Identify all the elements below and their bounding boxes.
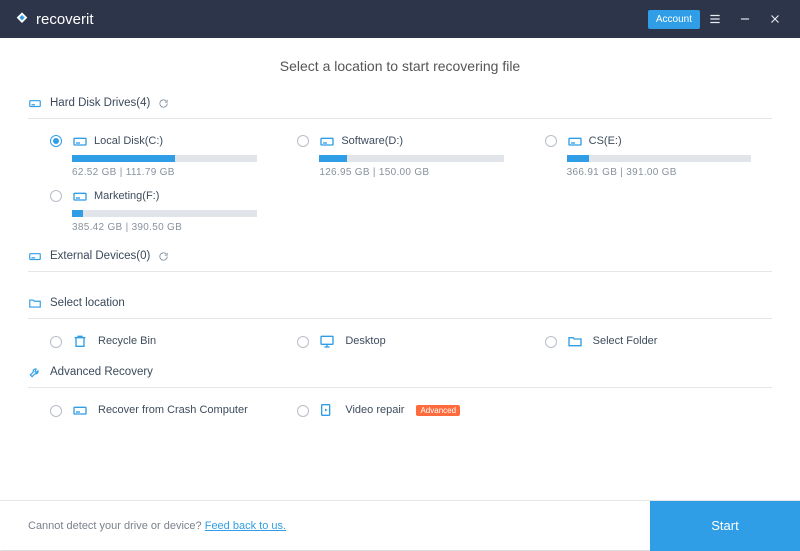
drive-radio[interactable]	[297, 135, 309, 147]
drive-name: Software(D:)	[341, 135, 403, 147]
section-location-label: Select location	[50, 297, 125, 309]
close-icon[interactable]	[760, 4, 790, 34]
location-name: Select Folder	[593, 335, 658, 347]
footer: Cannot detect your drive or device? Feed…	[0, 500, 800, 550]
usage-bar	[567, 155, 752, 162]
drive-radio[interactable]	[545, 135, 557, 147]
refresh-icon[interactable]	[158, 251, 169, 262]
drive-usage: 62.52 GB | 111.79 GB	[72, 167, 277, 178]
drive-icon	[28, 96, 42, 110]
drives-grid: Local Disk(C:) 62.52 GB | 111.79 GB Softwa…	[28, 119, 772, 245]
titlebar: recoverit Account	[0, 0, 800, 38]
location-item[interactable]: Select Folder	[545, 333, 772, 349]
usage-bar	[319, 155, 504, 162]
section-hdd-label: Hard Disk Drives(4)	[50, 97, 150, 109]
app-window: recoverit Account Select a location to s…	[0, 0, 800, 550]
advanced-name: Recover from Crash Computer	[98, 404, 248, 416]
refresh-icon[interactable]	[158, 98, 169, 109]
video-icon	[319, 402, 335, 418]
drive-usage: 366.91 GB | 391.00 GB	[567, 167, 772, 178]
location-radio[interactable]	[50, 336, 62, 348]
location-radio[interactable]	[545, 336, 557, 348]
usage-bar	[72, 155, 257, 162]
page-title: Select a location to start recovering fi…	[28, 58, 772, 74]
drive-name: CS(E:)	[589, 135, 622, 147]
drive-icon	[567, 133, 583, 149]
drive-item[interactable]: Marketing(F:) 385.42 GB | 390.50 GB	[50, 188, 277, 233]
drive-usage: 385.42 GB | 390.50 GB	[72, 222, 277, 233]
minimize-icon[interactable]	[730, 4, 760, 34]
start-button[interactable]: Start	[650, 501, 800, 551]
advanced-badge: Advanced	[416, 405, 460, 416]
external-icon	[28, 249, 42, 263]
usage-bar	[72, 210, 257, 217]
section-external-label: External Devices(0)	[50, 250, 150, 262]
footer-text: Cannot detect your drive or device? Feed…	[28, 520, 286, 532]
drive-icon	[319, 133, 335, 149]
location-name: Desktop	[345, 335, 385, 347]
section-external: External Devices(0)	[28, 245, 772, 272]
drive-icon	[72, 133, 88, 149]
advanced-grid: Recover from Crash Computer Video repair A…	[28, 388, 772, 430]
location-item[interactable]: Recycle Bin	[50, 333, 277, 349]
section-advanced-label: Advanced Recovery	[50, 366, 153, 378]
app-name: recoverit	[36, 11, 94, 28]
section-advanced: Advanced Recovery	[28, 361, 772, 388]
advanced-item[interactable]: Video repair Advanced	[297, 402, 524, 418]
drive-radio[interactable]	[50, 135, 62, 147]
drive-name: Local Disk(C:)	[94, 135, 163, 147]
advanced-radio[interactable]	[50, 405, 62, 417]
drive-item[interactable]: CS(E:) 366.91 GB | 391.00 GB	[545, 133, 772, 178]
drive-icon	[72, 402, 88, 418]
drive-radio[interactable]	[50, 190, 62, 202]
drive-usage: 126.95 GB | 150.00 GB	[319, 167, 524, 178]
feedback-link[interactable]: Feed back to us.	[205, 520, 286, 532]
drive-name: Marketing(F:)	[94, 190, 159, 202]
drive-item[interactable]: Local Disk(C:) 62.52 GB | 111.79 GB	[50, 133, 277, 178]
app-logo: recoverit	[14, 11, 94, 28]
drive-item[interactable]: Software(D:) 126.95 GB | 150.00 GB	[297, 133, 524, 178]
location-name: Recycle Bin	[98, 335, 156, 347]
account-button[interactable]: Account	[648, 10, 700, 29]
advanced-radio[interactable]	[297, 405, 309, 417]
content-area: Select a location to start recovering fi…	[0, 38, 800, 500]
section-hdd: Hard Disk Drives(4)	[28, 92, 772, 119]
folder-icon	[567, 333, 583, 349]
section-location: Select location	[28, 292, 772, 319]
advanced-item[interactable]: Recover from Crash Computer	[50, 402, 277, 418]
locations-grid: Recycle Bin Desktop Select Folder	[28, 319, 772, 361]
recycle-icon	[72, 333, 88, 349]
drive-icon	[72, 188, 88, 204]
folder-icon	[28, 296, 42, 310]
menu-icon[interactable]	[700, 4, 730, 34]
desktop-icon	[319, 333, 335, 349]
location-radio[interactable]	[297, 336, 309, 348]
logo-icon	[14, 11, 30, 27]
advanced-name: Video repair	[345, 404, 404, 416]
location-item[interactable]: Desktop	[297, 333, 524, 349]
wrench-icon	[28, 365, 42, 379]
